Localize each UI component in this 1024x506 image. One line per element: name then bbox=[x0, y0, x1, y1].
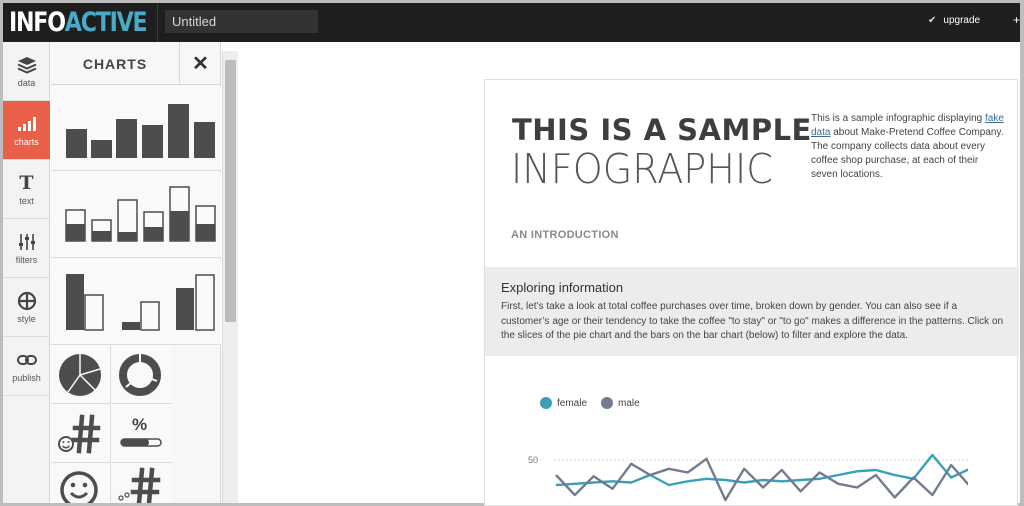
stacked-bar-thumbnail bbox=[65, 186, 216, 242]
legend-dot-female bbox=[540, 397, 552, 409]
chart-tile-progress[interactable]: % bbox=[112, 405, 172, 463]
section-subhead[interactable]: AN INTRODUCTION bbox=[511, 229, 619, 241]
rail-item-style[interactable]: style bbox=[3, 278, 50, 337]
document-title-input[interactable] bbox=[165, 10, 318, 33]
pie-chart-thumbnail bbox=[59, 354, 101, 396]
charts-panel: CHARTS ✕ % bbox=[51, 42, 221, 503]
icon-number-thumbnail bbox=[58, 414, 101, 454]
add-icon[interactable]: + bbox=[1013, 13, 1020, 27]
chart-tile-stacked-bar[interactable] bbox=[51, 172, 221, 258]
layers-icon bbox=[17, 54, 37, 76]
rail-item-filters[interactable]: filters bbox=[3, 219, 50, 278]
sliders-icon bbox=[18, 231, 36, 253]
upgrade-button[interactable]: ✔ upgrade bbox=[928, 15, 980, 26]
explore-title: Exploring information bbox=[501, 280, 624, 295]
infographic-card[interactable]: THIS IS A SAMPLE INFOGRAPHIC This is a s… bbox=[484, 79, 1019, 506]
chart-tile-icon-number[interactable] bbox=[112, 464, 172, 503]
text-icon: T bbox=[19, 172, 34, 194]
rail-item-text[interactable]: T text bbox=[3, 160, 50, 219]
chart-tile-donut[interactable] bbox=[112, 346, 172, 404]
explore-body: First, let’s take a look at total coffee… bbox=[501, 301, 1004, 342]
rail-item-publish[interactable]: publish bbox=[3, 337, 50, 396]
infographic-title[interactable]: THIS IS A SAMPLE bbox=[512, 113, 812, 147]
legend-item-male[interactable]: male bbox=[601, 397, 640, 409]
panel-scrollbar-thumb[interactable] bbox=[225, 60, 236, 322]
top-bar-divider bbox=[157, 3, 158, 42]
purchases-line-chart[interactable]: 50 bbox=[528, 446, 968, 506]
infographic-subtitle[interactable]: INFOGRAPHIC bbox=[511, 145, 773, 193]
chart-tile-grouped-bar[interactable] bbox=[51, 259, 221, 345]
explore-section[interactable]: Exploring information First, let’s take … bbox=[485, 267, 1019, 356]
panel-scrollbar[interactable] bbox=[222, 51, 238, 503]
rail-item-charts[interactable]: charts bbox=[3, 101, 50, 160]
y-tick-label: 50 bbox=[528, 455, 538, 465]
tool-rail: data charts T text filters style publish bbox=[3, 42, 50, 503]
top-bar: INFOACTIVE ✔ upgrade + bbox=[3, 3, 1020, 42]
close-icon[interactable]: ✕ bbox=[179, 42, 221, 85]
percent-symbol: % bbox=[132, 415, 148, 434]
bar-chart-icon bbox=[17, 113, 36, 135]
app-logo[interactable]: INFO ACTIVE bbox=[9, 4, 148, 41]
legend-dot-male bbox=[601, 397, 614, 409]
legend-item-female[interactable]: female bbox=[540, 397, 587, 409]
chart-legend: female male bbox=[540, 397, 654, 409]
chart-tile-number[interactable] bbox=[51, 405, 111, 463]
hash-icon bbox=[118, 467, 161, 503]
link-icon bbox=[16, 349, 37, 371]
legend-label-female: female bbox=[557, 397, 588, 409]
legend-label-male: male bbox=[618, 397, 640, 409]
panel-title: CHARTS bbox=[82, 55, 148, 72]
intro-paragraph[interactable]: This is a sample infographic displaying … bbox=[811, 112, 1006, 182]
donut-chart-thumbnail bbox=[119, 354, 161, 396]
checkmark-icon: ✔ bbox=[928, 15, 937, 26]
chart-tile-icon[interactable] bbox=[51, 464, 111, 503]
chart-tile-pie[interactable] bbox=[51, 346, 111, 404]
style-icon bbox=[17, 290, 37, 312]
chart-tile-bar[interactable] bbox=[51, 86, 221, 171]
smiley-icon bbox=[60, 471, 98, 503]
bar-chart-thumbnail bbox=[66, 104, 215, 158]
rail-item-data[interactable]: data bbox=[3, 42, 50, 101]
charts-panel-header: CHARTS ✕ bbox=[51, 42, 221, 85]
grouped-bar-thumbnail bbox=[66, 274, 215, 331]
